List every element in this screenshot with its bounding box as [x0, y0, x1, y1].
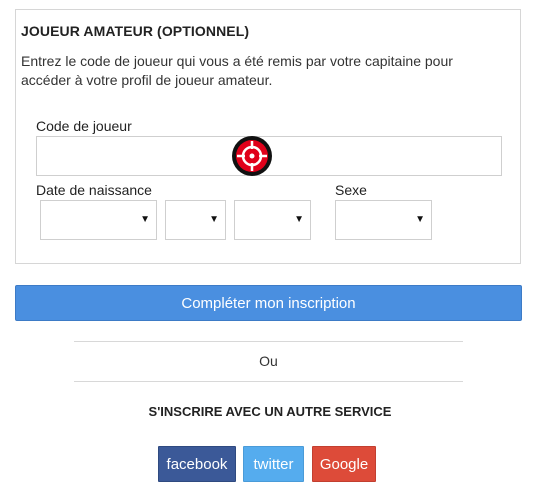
- google-button[interactable]: Google: [312, 446, 376, 482]
- caret-down-icon: ▼: [209, 214, 219, 225]
- birth-day-select[interactable]: ▼: [40, 200, 157, 240]
- caret-down-icon: ▼: [294, 214, 304, 225]
- birth-month-select[interactable]: ▼: [165, 200, 226, 240]
- or-separator-text: Ou: [259, 353, 278, 369]
- twitter-button[interactable]: twitter: [243, 446, 304, 482]
- sex-label: Sexe: [335, 182, 367, 198]
- alt-service-title: S'INSCRIRE AVEC UN AUTRE SERVICE: [148, 404, 392, 419]
- amateur-section-title: JOUEUR AMATEUR (OPTIONNEL): [21, 23, 250, 39]
- caret-down-icon: ▼: [140, 214, 150, 225]
- divider-bottom: [74, 381, 463, 382]
- player-code-label: Code de joueur: [36, 118, 132, 134]
- crosshair-target-icon: [232, 136, 272, 176]
- caret-down-icon: ▼: [415, 214, 425, 225]
- complete-registration-button[interactable]: Compléter mon inscription: [15, 285, 522, 321]
- divider-top: [74, 341, 463, 342]
- facebook-button[interactable]: facebook: [158, 446, 236, 482]
- birthdate-label: Date de naissance: [36, 182, 152, 198]
- amateur-section-description: Entrez le code de joueur qui vous a été …: [21, 53, 453, 88]
- sex-select[interactable]: ▼: [335, 200, 432, 240]
- birth-year-select[interactable]: ▼: [234, 200, 311, 240]
